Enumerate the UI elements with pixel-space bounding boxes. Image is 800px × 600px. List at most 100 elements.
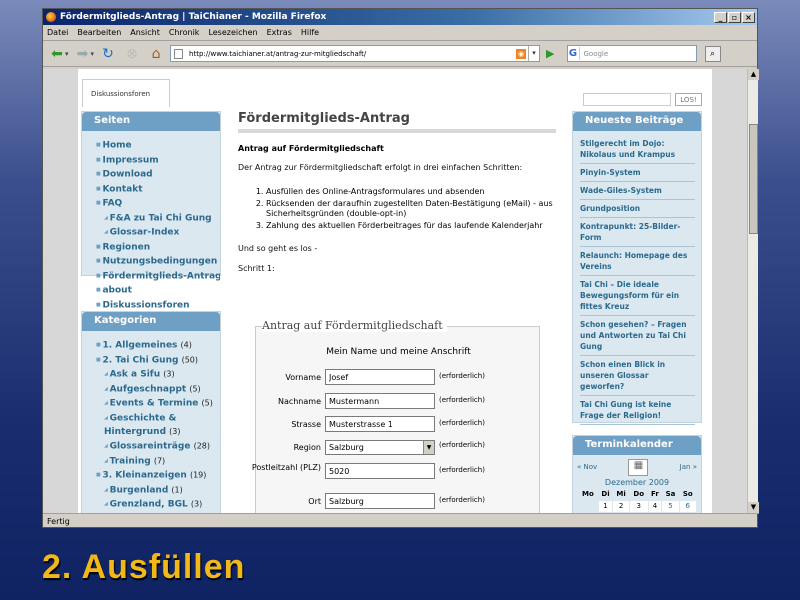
strasse-row: Strasse (erforderlich) xyxy=(256,416,541,434)
category-label[interactable]: Glossareinträge xyxy=(110,442,191,452)
category-item-2[interactable]: Ask a Sifu (3) xyxy=(96,367,220,382)
nachname-label: Nachname xyxy=(277,397,321,406)
calendar-day[interactable]: 4 xyxy=(647,499,663,513)
ort-row: Ort (erforderlich) xyxy=(256,493,541,511)
back-arrow-icon[interactable]: ⬅ xyxy=(47,44,67,64)
sidebar-item-4[interactable]: FAQ xyxy=(96,196,220,211)
category-item-4[interactable]: Events & Termine (5) xyxy=(96,396,220,411)
category-label[interactable]: Events & Termine xyxy=(110,399,199,409)
category-label[interactable]: 2. Tai Chi Gung xyxy=(102,355,178,365)
scroll-up-icon[interactable]: ▲ xyxy=(748,69,759,80)
category-item-9[interactable]: Burgenland (1) xyxy=(96,483,220,498)
recent-post-link[interactable]: Grundposition xyxy=(580,200,695,218)
category-label[interactable]: 3. Kleinanzeigen xyxy=(102,471,186,481)
ort-field[interactable] xyxy=(325,493,435,509)
calendar-grid: Mo Di Mi Do Fr Sa So 123456 xyxy=(577,489,698,513)
calendar-day[interactable]: 6 xyxy=(678,499,698,513)
vertical-scrollbar[interactable]: ▲ ▼ xyxy=(747,69,759,513)
strasse-field[interactable] xyxy=(325,416,435,432)
neueste-beitraege-panel: Neueste Beiträge Stilgerecht im Dojo: Ni… xyxy=(572,111,702,425)
category-label[interactable]: 1. Allgemeines xyxy=(102,341,177,351)
go-arrow-icon[interactable]: ▶ xyxy=(546,47,554,60)
category-item-3[interactable]: Aufgeschnappt (5) xyxy=(96,382,220,397)
recent-post-link[interactable]: Kontrapunkt: 25-Bilder-Form xyxy=(580,218,695,247)
maximize-button[interactable]: ▫ xyxy=(728,11,741,23)
menu-hilfe[interactable]: Hilfe xyxy=(301,28,319,37)
sidebar-item-11[interactable]: Diskussionsforen xyxy=(96,298,220,313)
sidebar-item-7[interactable]: Regionen xyxy=(96,240,220,255)
recent-post-link[interactable]: Schon einen Blick in unseren Glossar gew… xyxy=(580,356,695,396)
sidebar-item-10[interactable]: about xyxy=(96,283,220,298)
recent-post-link[interactable]: Tai Chi Gung ist keine Frage der Religio… xyxy=(580,396,695,425)
category-count: (3) xyxy=(169,427,181,436)
recent-post-link[interactable]: Schon gesehen? – Fragen und Antworten zu… xyxy=(580,316,695,356)
sidebar-item-9[interactable]: Fördermitglieds-Antrag xyxy=(96,269,220,284)
search-input[interactable]: G Google xyxy=(566,45,697,62)
url-bar[interactable]: http://www.taichianer.at/antrag-zur-mitg… xyxy=(170,45,541,62)
sidebar-item-0[interactable]: Home xyxy=(96,138,220,153)
recent-post-link[interactable]: Stilgerecht im Dojo: Nikolaus und Krampu… xyxy=(580,135,695,164)
recent-post-link[interactable]: Relaunch: Homepage des Vereins xyxy=(580,247,695,276)
chevron-down-icon[interactable]: ▼ xyxy=(423,441,434,454)
site-search-input[interactable] xyxy=(583,93,671,106)
calendar-icon[interactable]: ▦ xyxy=(628,458,649,476)
url-dropdown-icon[interactable]: ▾ xyxy=(528,46,539,61)
sidebar-item-3[interactable]: Kontakt xyxy=(96,182,220,197)
kategorien-heading: Kategorien xyxy=(82,312,220,331)
recent-post-link[interactable]: Wade-Giles-System xyxy=(580,182,695,200)
stop-icon[interactable]: ⊗ xyxy=(122,44,142,64)
calendar-day[interactable]: 1 xyxy=(597,499,614,513)
scrollbar-thumb[interactable] xyxy=(749,124,758,234)
category-item-7[interactable]: Training (7) xyxy=(96,454,220,469)
menu-bearbeiten[interactable]: Bearbeiten xyxy=(77,28,121,37)
home-icon[interactable]: ⌂ xyxy=(146,44,166,64)
category-item-0[interactable]: 1. Allgemeines (4) xyxy=(96,338,220,353)
plz-field[interactable] xyxy=(325,463,435,479)
los-button[interactable]: LOS! xyxy=(675,93,702,106)
category-label[interactable]: Aufgeschnappt xyxy=(110,384,187,394)
next-month-link[interactable]: Jan » xyxy=(680,463,697,471)
scroll-down-icon[interactable]: ▼ xyxy=(748,502,759,513)
menu-extras[interactable]: Extras xyxy=(267,28,292,37)
back-dropdown-icon[interactable]: ▾ xyxy=(65,50,69,58)
category-item-1[interactable]: 2. Tai Chi Gung (50) xyxy=(96,353,220,368)
menu-lesezeichen[interactable]: Lesezeichen xyxy=(208,28,257,37)
prev-month-link[interactable]: « Nov xyxy=(577,463,597,471)
close-button[interactable]: × xyxy=(742,11,755,23)
category-label[interactable]: Training xyxy=(110,456,151,466)
vorname-field[interactable] xyxy=(325,369,435,385)
menu-datei[interactable]: Datei xyxy=(47,28,68,37)
category-label[interactable]: Ask a Sifu xyxy=(110,370,161,380)
calendar-day[interactable]: 3 xyxy=(628,499,649,513)
sidebar-item-5[interactable]: F&A zu Tai Chi Gung xyxy=(96,211,220,226)
recent-post-link[interactable]: Tai Chi – Die ideale Bewegungsform für e… xyxy=(580,276,695,316)
category-item-10[interactable]: Grenzland, BGL (3) xyxy=(96,497,220,512)
region-select[interactable]: Salzburg ▼ xyxy=(325,440,435,455)
minimize-button[interactable]: _ xyxy=(714,11,727,23)
category-label[interactable]: Geschichte & Hintergrund xyxy=(104,413,176,437)
forward-arrow-icon[interactable]: ➡ xyxy=(73,44,93,64)
search-magnifier-icon[interactable]: ⌕ xyxy=(704,45,721,62)
menu-chronik[interactable]: Chronik xyxy=(169,28,200,37)
menu-ansicht[interactable]: Ansicht xyxy=(130,28,160,37)
rss-feed-icon[interactable]: ◉ xyxy=(516,48,527,59)
calendar-day[interactable]: 5 xyxy=(661,499,680,513)
google-engine-icon[interactable]: G xyxy=(567,47,580,60)
status-bar: Fertig xyxy=(43,513,759,528)
plz-row: Postleitzahl (PLZ) (erforderlich) xyxy=(252,463,541,481)
calendar-day[interactable]: 2 xyxy=(612,499,630,513)
category-label[interactable]: Grenzland, BGL xyxy=(110,500,188,510)
category-item-8[interactable]: 3. Kleinanzeigen (19) xyxy=(96,468,220,483)
category-label[interactable]: Burgenland xyxy=(110,485,169,495)
recent-post-link[interactable]: Pinyin-System xyxy=(580,164,695,182)
sidebar-item-8[interactable]: Nutzungsbedingungen xyxy=(96,254,220,269)
category-item-6[interactable]: Glossareinträge (28) xyxy=(96,439,220,454)
forward-dropdown-icon[interactable]: ▾ xyxy=(91,50,95,58)
nachname-field[interactable] xyxy=(325,393,435,409)
sidebar-item-2[interactable]: Download xyxy=(96,167,220,182)
sidebar-item-1[interactable]: Impressum xyxy=(96,153,220,168)
category-item-5[interactable]: Geschichte & Hintergrund (3) xyxy=(96,411,220,440)
diskussionsforen-tab[interactable]: Diskussionsforen xyxy=(82,79,170,107)
sidebar-item-6[interactable]: Glossar-Index xyxy=(96,225,220,240)
reload-icon[interactable]: ↻ xyxy=(98,44,118,64)
